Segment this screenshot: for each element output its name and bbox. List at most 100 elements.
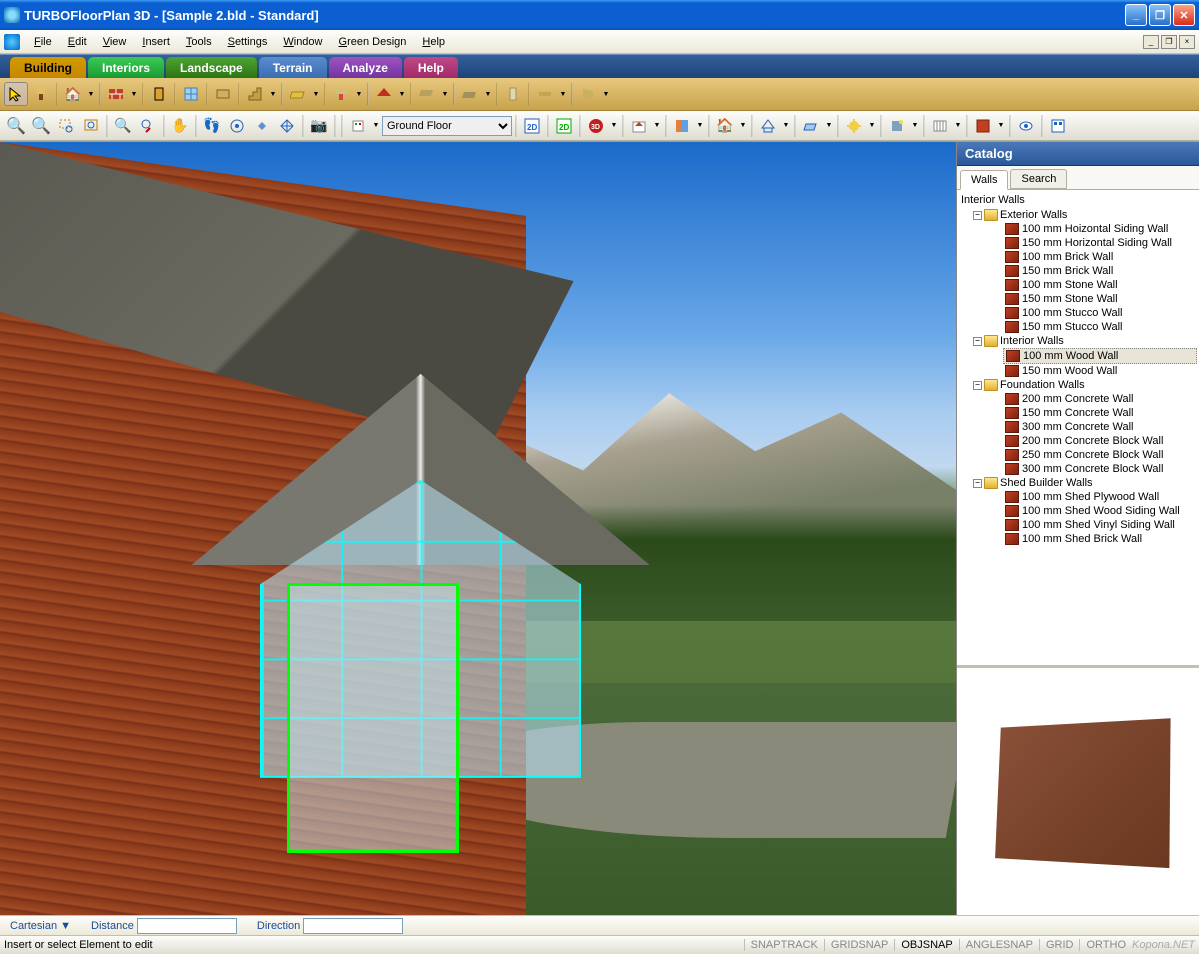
paint-tool-button[interactable] — [29, 82, 53, 106]
cross-section-button[interactable] — [670, 114, 694, 138]
tree-group-header[interactable]: − Shed Builder Walls — [973, 476, 1197, 490]
tree-item[interactable]: 100 mm Shed Brick Wall — [1003, 532, 1197, 546]
tree-item[interactable]: 150 mm Brick Wall — [1003, 264, 1197, 278]
stairs-button[interactable] — [243, 82, 267, 106]
tree-item[interactable]: 300 mm Concrete Wall — [1003, 420, 1197, 434]
catalog-tab-walls[interactable]: Walls — [960, 170, 1008, 190]
menu-green-design[interactable]: Green Design — [331, 33, 415, 51]
render-button[interactable] — [842, 114, 866, 138]
menu-view[interactable]: View — [95, 33, 135, 51]
wireframe-dropdown[interactable]: ▼ — [781, 122, 791, 129]
roofs-dropdown[interactable]: ▼ — [397, 91, 407, 98]
elevation-button[interactable] — [627, 114, 651, 138]
view-eye-button[interactable] — [1014, 114, 1038, 138]
ceilings-dropdown[interactable]: ▼ — [354, 91, 364, 98]
tab-analyze[interactable]: Analyze — [329, 57, 402, 78]
locations-dropdown[interactable]: ▼ — [371, 122, 381, 129]
orbit-button[interactable] — [275, 114, 299, 138]
anglesnap-toggle[interactable]: ANGLESNAP — [959, 939, 1039, 951]
panels-button[interactable] — [576, 82, 600, 106]
locations-button[interactable] — [346, 114, 370, 138]
pan-button[interactable]: ✋ — [168, 114, 192, 138]
perspective-house-button[interactable]: 🏠 — [713, 114, 737, 138]
grid-toggle[interactable]: GRID — [1039, 939, 1080, 951]
tree-item[interactable]: 100 mm Shed Plywood Wall — [1003, 490, 1197, 504]
members-dropdown[interactable]: ▼ — [558, 91, 568, 98]
floors-button[interactable] — [286, 82, 310, 106]
view-2d-button[interactable]: 2D — [520, 114, 544, 138]
floor-select[interactable]: Ground Floor — [382, 116, 512, 136]
display-button[interactable] — [928, 114, 952, 138]
walk-button[interactable]: 👣 — [200, 114, 224, 138]
openings-button[interactable] — [211, 82, 235, 106]
render-dropdown[interactable]: ▼ — [867, 122, 877, 129]
tree-root-label[interactable]: Interior Walls — [959, 194, 1197, 206]
stairs-dropdown[interactable]: ▼ — [268, 91, 278, 98]
tab-help[interactable]: Help — [404, 57, 458, 78]
maximize-button[interactable]: ❐ — [1149, 4, 1171, 26]
look-button[interactable] — [250, 114, 274, 138]
windows-button[interactable] — [179, 82, 203, 106]
catalog-tab-search[interactable]: Search — [1010, 169, 1067, 189]
foundation-dropdown[interactable]: ▼ — [483, 91, 493, 98]
catalog-tree[interactable]: Interior Walls − Exterior Walls 100 mm H… — [957, 190, 1199, 665]
tree-item[interactable]: 200 mm Concrete Wall — [1003, 392, 1197, 406]
select-tool-button[interactable] — [4, 82, 28, 106]
collapse-icon[interactable]: − — [973, 337, 982, 346]
view-3d-button[interactable]: 3D — [584, 114, 608, 138]
direction-input[interactable] — [303, 918, 403, 934]
zoom-window-button[interactable] — [54, 114, 78, 138]
menu-settings[interactable]: Settings — [220, 33, 276, 51]
hidden-line-dropdown[interactable]: ▼ — [824, 122, 834, 129]
tree-item[interactable]: 100 mm Brick Wall — [1003, 250, 1197, 264]
menu-file[interactable]: File — [26, 33, 60, 51]
ceilings-button[interactable] — [329, 82, 353, 106]
camera-button[interactable]: 📷 — [307, 114, 331, 138]
tree-item[interactable]: 200 mm Concrete Block Wall — [1003, 434, 1197, 448]
tab-landscape[interactable]: Landscape — [166, 57, 257, 78]
zoom-in-button[interactable]: 🔍 — [4, 114, 28, 138]
menu-help[interactable]: Help — [414, 33, 453, 51]
menu-window[interactable]: Window — [275, 33, 330, 51]
mdi-restore-button[interactable]: ❐ — [1161, 35, 1177, 49]
fly-button[interactable] — [225, 114, 249, 138]
tree-group-header[interactable]: − Interior Walls — [973, 334, 1197, 348]
coord-system-toggle[interactable]: Cartesian ▼ — [10, 920, 71, 932]
tree-item[interactable]: 150 mm Stone Wall — [1003, 292, 1197, 306]
tree-item[interactable]: 150 mm Stucco Wall — [1003, 320, 1197, 334]
foundation-button[interactable] — [458, 82, 482, 106]
snaptrack-toggle[interactable]: SNAPTRACK — [744, 939, 824, 951]
structural-button[interactable] — [415, 82, 439, 106]
view-filter-dropdown[interactable]: ▼ — [996, 122, 1006, 129]
distance-input[interactable] — [137, 918, 237, 934]
tab-building[interactable]: Building — [10, 57, 86, 78]
view-manager-button[interactable] — [1046, 114, 1070, 138]
floors-dropdown[interactable]: ▼ — [311, 91, 321, 98]
columns-button[interactable] — [501, 82, 525, 106]
structural-dropdown[interactable]: ▼ — [440, 91, 450, 98]
collapse-icon[interactable]: − — [973, 381, 982, 390]
objsnap-toggle[interactable]: OBJSNAP — [894, 939, 958, 951]
tree-item[interactable]: 150 mm Concrete Wall — [1003, 406, 1197, 420]
raytrace-button[interactable] — [885, 114, 909, 138]
walls-dropdown[interactable]: ▼ — [129, 91, 139, 98]
walls-button[interactable] — [104, 82, 128, 106]
zoom-out-button[interactable]: 🔍 — [29, 114, 53, 138]
house-wizard-dropdown[interactable]: ▼ — [86, 91, 96, 98]
display-dropdown[interactable]: ▼ — [953, 122, 963, 129]
tree-item[interactable]: 300 mm Concrete Block Wall — [1003, 462, 1197, 476]
tree-group-header[interactable]: − Foundation Walls — [973, 378, 1197, 392]
raytrace-dropdown[interactable]: ▼ — [910, 122, 920, 129]
tree-item[interactable]: 100 mm Shed Wood Siding Wall — [1003, 504, 1197, 518]
cross-section-dropdown[interactable]: ▼ — [695, 122, 705, 129]
view-filter-button[interactable] — [971, 114, 995, 138]
hidden-line-button[interactable] — [799, 114, 823, 138]
ortho-toggle[interactable]: ORTHO — [1079, 939, 1132, 951]
gridsnap-toggle[interactable]: GRIDSNAP — [824, 939, 894, 951]
minimize-button[interactable]: _ — [1125, 4, 1147, 26]
view-3d-dropdown[interactable]: ▼ — [609, 122, 619, 129]
close-button[interactable]: ✕ — [1173, 4, 1195, 26]
menu-edit[interactable]: Edit — [60, 33, 95, 51]
members-button[interactable] — [533, 82, 557, 106]
tree-item[interactable]: 100 mm Stucco Wall — [1003, 306, 1197, 320]
